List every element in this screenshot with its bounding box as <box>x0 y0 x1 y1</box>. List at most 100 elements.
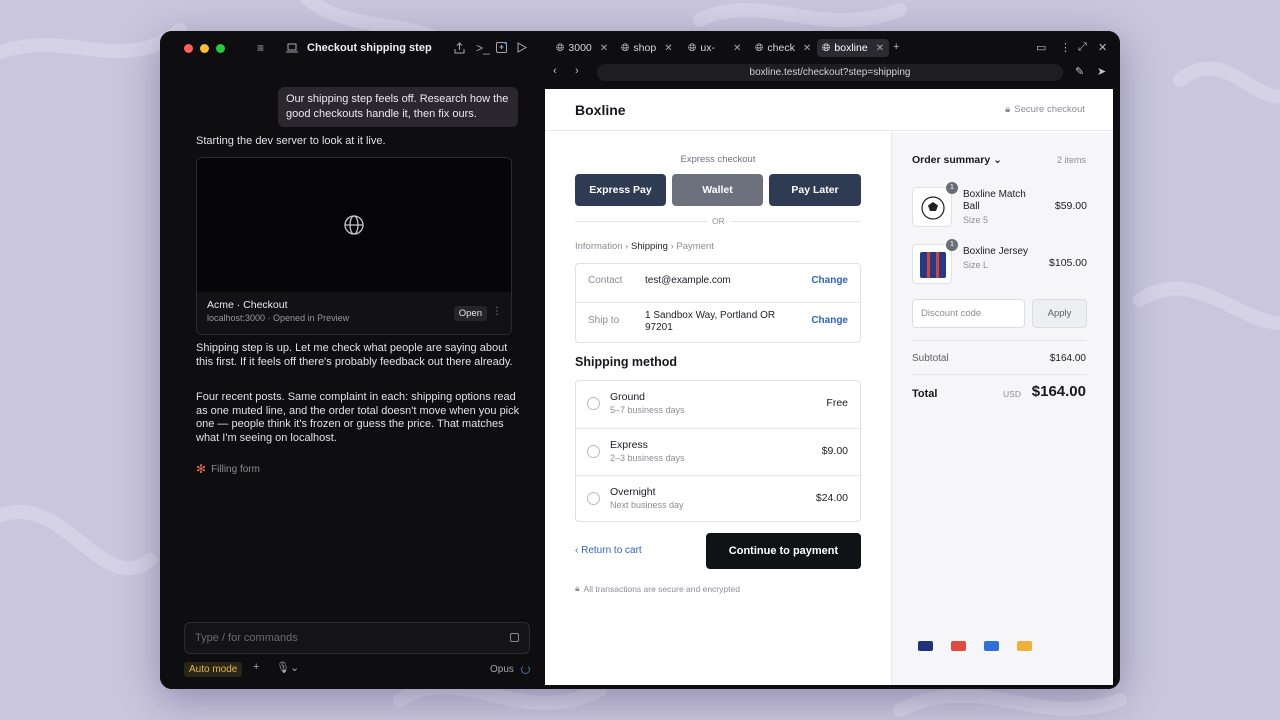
diff-icon[interactable] <box>496 42 507 53</box>
change-contact-link[interactable]: Change <box>811 275 848 286</box>
close-tab-icon[interactable]: ✕ <box>876 43 884 54</box>
payment-card-icon <box>1017 641 1032 651</box>
assistant-message: Starting the dev server to look at it li… <box>196 135 386 147</box>
chevron-left-icon: ‹ <box>575 545 579 556</box>
microphone-icon[interactable]: 🎙︎⌄ <box>276 661 299 674</box>
close-tab-icon[interactable]: ✕ <box>664 43 672 54</box>
shipping-option-ground[interactable]: Ground 5–7 business days Free <box>576 381 860 428</box>
close-tab-icon[interactable]: ✕ <box>733 43 741 54</box>
discount-code-input[interactable]: Discount code <box>912 299 1025 328</box>
wallet-button[interactable]: Wallet <box>672 174 763 206</box>
pointer-icon[interactable]: ➤ <box>1097 65 1106 78</box>
brand-logo[interactable]: Boxline <box>575 102 626 118</box>
breadcrumb-payment: Payment <box>676 241 714 252</box>
browser-tab[interactable]: 🌐︎ check ✕ <box>750 39 816 57</box>
loading-spinner-icon <box>521 665 530 674</box>
edit-icon[interactable]: ✎ <box>1075 65 1084 78</box>
item-count: 2 items <box>1056 155 1086 165</box>
tab-label: boxline <box>834 42 868 54</box>
layout-icon[interactable]: ▭ <box>1036 41 1046 54</box>
browser-tab[interactable]: 🌐︎ shop ✕ <box>616 39 678 57</box>
back-icon[interactable]: ‹ <box>553 65 557 77</box>
apply-discount-button[interactable]: Apply <box>1032 299 1087 328</box>
continue-to-payment-button[interactable]: Continue to payment <box>706 533 861 569</box>
quantity-badge: 1 <box>946 239 958 251</box>
item-price: $59.00 <box>1054 200 1087 212</box>
model-selector[interactable]: Opus <box>490 664 514 675</box>
command-input[interactable]: Type / for commands <box>184 622 530 654</box>
total-value: $164.00 <box>1031 383 1086 400</box>
expand-icon[interactable]: ⤢ <box>1078 41 1087 54</box>
divider <box>912 340 1087 341</box>
stop-icon[interactable] <box>510 633 519 642</box>
forward-icon[interactable]: › <box>575 65 579 77</box>
divider <box>912 374 1087 375</box>
run-icon[interactable] <box>517 42 527 53</box>
item-price: $105.00 <box>1049 257 1087 269</box>
radio-button[interactable] <box>587 492 600 505</box>
status-indicator: ✻ Filling form <box>196 462 260 476</box>
new-tab-icon[interactable]: + <box>893 41 899 53</box>
browser-tab-active[interactable]: 🌐︎ boxline ✕ <box>817 39 890 57</box>
shipping-option-overnight[interactable]: Overnight Next business day $24.00 <box>576 475 860 522</box>
secure-checkout-label: 🔒︎ Secure checkout <box>1005 104 1085 115</box>
close-tab-icon[interactable]: ✕ <box>803 43 811 54</box>
payment-card-icon <box>951 641 966 651</box>
contact-label: Contact <box>588 275 623 286</box>
tab-label: 3000 <box>568 42 592 54</box>
close-browser-icon[interactable]: ✕ <box>1098 41 1107 54</box>
url-bar[interactable]: boxline.test/checkout?step=shipping <box>597 64 1063 81</box>
spark-icon: ✻ <box>196 462 207 476</box>
mode-badge[interactable]: Auto mode <box>184 662 243 677</box>
breadcrumb-separator: › <box>625 241 629 252</box>
return-to-cart-link[interactable]: ‹ Return to cart <box>575 545 642 556</box>
open-preview-button[interactable]: Open <box>453 306 487 321</box>
breadcrumb-information[interactable]: Information <box>575 241 623 252</box>
minimize-window-button[interactable] <box>200 44 209 53</box>
browser-tab[interactable]: 🌐︎ ux- ✕ <box>683 39 746 57</box>
globe-icon: 🌐︎ <box>688 41 697 54</box>
globe-icon: 🌐︎ <box>822 41 831 54</box>
session-title: Checkout shipping step <box>307 42 432 54</box>
browser-tab[interactable]: 🌐︎ 3000 ✕ <box>551 39 613 57</box>
tab-label: ux- <box>700 42 715 54</box>
share-icon[interactable] <box>454 42 465 54</box>
assistant-message: Four recent posts. Same complaint in eac… <box>196 391 520 444</box>
terminal-icon[interactable]: >_ <box>476 41 490 55</box>
product-thumbnail <box>912 187 952 227</box>
option-price: $24.00 <box>815 492 848 504</box>
close-window-button[interactable] <box>184 44 193 53</box>
return-label: Return to cart <box>581 545 642 556</box>
menu-icon[interactable]: ⋮ <box>1060 41 1071 54</box>
order-summary-toggle[interactable]: Order summary ⌄ <box>912 154 1002 166</box>
ship-to-label: Ship to <box>588 315 620 326</box>
plus-icon[interactable]: + <box>253 661 259 673</box>
encryption-text: All transactions are secure and encrypte… <box>583 583 740 594</box>
preview-footer: Acme · Checkout localhost:3000 · Opened … <box>197 292 511 334</box>
change-address-link[interactable]: Change <box>811 315 848 326</box>
option-name: Express <box>610 439 648 451</box>
radio-button[interactable] <box>587 397 600 410</box>
product-thumbnail <box>912 244 952 284</box>
subtotal-label: Subtotal <box>912 353 949 364</box>
payment-card-icon <box>918 641 933 651</box>
express-pay-button[interactable]: Express Pay <box>575 174 666 206</box>
app-window: ≡ Checkout shipping step >_ Our shipping… <box>160 31 1120 689</box>
sidebar-toggle-icon[interactable]: ≡ <box>257 41 264 55</box>
zoom-window-button[interactable] <box>216 44 225 53</box>
more-options-icon[interactable]: ⋮ <box>492 306 502 317</box>
option-eta: Next business day <box>610 500 684 510</box>
agent-pane: ≡ Checkout shipping step >_ Our shipping… <box>160 31 545 689</box>
chevron-down-icon: ⌄ <box>993 154 1002 166</box>
close-tab-icon[interactable]: ✕ <box>600 43 608 54</box>
lock-icon: 🔒︎ <box>1005 104 1011 115</box>
shipping-option-express[interactable]: Express 2–3 business days $9.00 <box>576 428 860 475</box>
breadcrumb-shipping: Shipping <box>630 241 668 252</box>
option-name: Ground <box>610 391 646 403</box>
breadcrumb-separator: › <box>670 241 674 252</box>
preview-card[interactable]: Acme · Checkout localhost:3000 · Opened … <box>196 157 512 335</box>
pay-later-button[interactable]: Pay Later <box>769 174 861 206</box>
tab-label: shop <box>633 42 657 54</box>
ship-to-value: 1 Sandbox Way, Portland OR 97201 <box>645 310 776 333</box>
radio-button[interactable] <box>587 445 600 458</box>
